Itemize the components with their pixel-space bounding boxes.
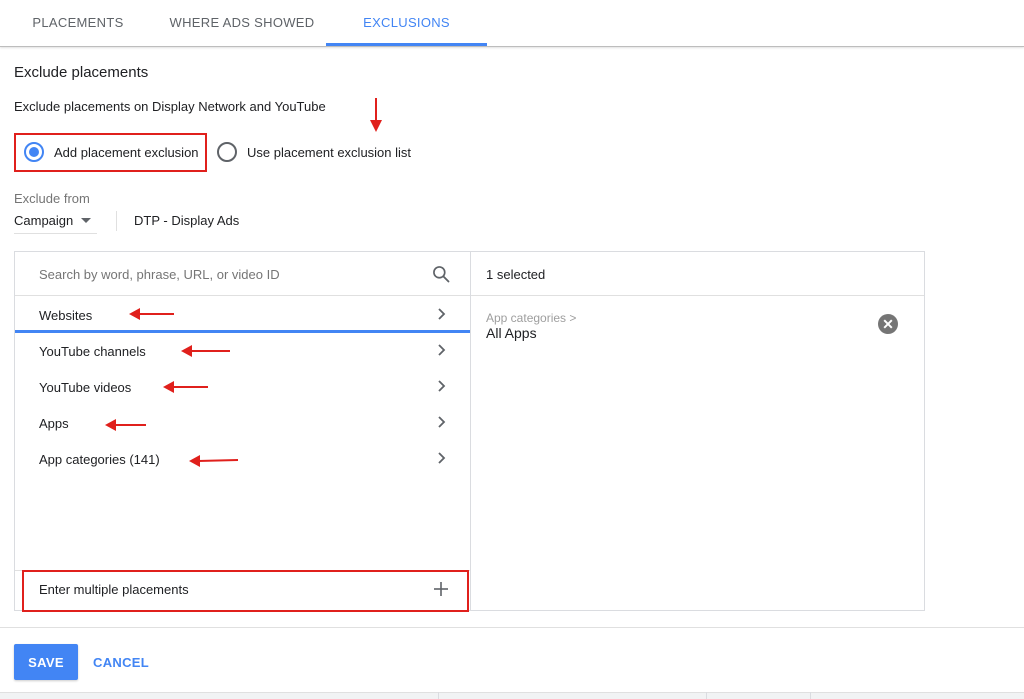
divider — [116, 211, 117, 231]
radio-add-placement-exclusion[interactable]: Add placement exclusion — [24, 133, 199, 171]
list-item-label: Websites — [39, 308, 93, 323]
placement-picker-panel: Search by word, phrase, URL, or video ID… — [14, 251, 925, 611]
tab-exclusions[interactable]: EXCLUSIONS — [326, 0, 487, 47]
section-title: Exclude placements — [14, 64, 149, 81]
list-item-app-categories[interactable]: App categories (141) — [15, 441, 470, 477]
tab-bar: PLACEMENTS WHERE ADS SHOWED EXCLUSIONS — [0, 0, 1024, 47]
list-item-apps[interactable]: Apps — [15, 405, 470, 441]
exclude-from-dropdown[interactable]: Campaign — [14, 208, 97, 234]
save-button[interactable]: SAVE — [14, 644, 78, 680]
campaign-name: DTP - Display Ads — [134, 213, 240, 228]
list-item-label: Apps — [39, 416, 69, 431]
active-tab-indicator — [326, 43, 487, 46]
browse-column: Search by word, phrase, URL, or video ID… — [15, 252, 471, 610]
radio-label: Use placement exclusion list — [247, 144, 412, 160]
exclude-from-label: Exclude from — [14, 191, 90, 206]
cancel-button[interactable]: CANCEL — [86, 644, 156, 680]
section-subtitle: Exclude placements on Display Network an… — [14, 99, 326, 114]
selected-count: 1 selected — [486, 267, 546, 282]
divider — [438, 692, 439, 699]
annotation-arrow-icon — [105, 419, 146, 431]
annotation-arrow-icon — [189, 455, 239, 467]
annotation-arrow-icon — [181, 345, 230, 357]
radio-use-exclusion-list[interactable]: Use placement exclusion list — [217, 133, 411, 171]
annotation-highlight-box — [22, 570, 469, 612]
list-item-label: YouTube videos — [39, 380, 132, 395]
category-list: Websites YouTube channels YouTube videos… — [15, 297, 470, 477]
annotation-arrow-icon — [129, 308, 174, 320]
chevron-right-icon — [438, 452, 446, 464]
radio-label: Add placement exclusion — [54, 144, 199, 160]
tab-where-ads-showed[interactable]: WHERE ADS SHOWED — [160, 0, 324, 47]
search-input[interactable]: Search by word, phrase, URL, or video ID — [15, 252, 470, 296]
list-item-youtube-channels[interactable]: YouTube channels — [15, 333, 470, 369]
selected-item: All Apps — [486, 325, 537, 341]
list-item-label: YouTube channels — [39, 344, 146, 359]
search-icon[interactable] — [431, 264, 451, 284]
footer-strip — [0, 692, 1024, 699]
selected-item-breadcrumb: App categories > — [486, 311, 577, 325]
tab-placements[interactable]: PLACEMENTS — [14, 0, 142, 47]
dropdown-value: Campaign — [14, 213, 74, 228]
list-item-label: App categories (141) — [39, 452, 160, 467]
list-item-websites[interactable]: Websites — [15, 297, 470, 333]
divider — [810, 692, 811, 699]
annotation-arrow-icon — [163, 381, 208, 393]
annotation-arrow-icon — [370, 98, 382, 132]
remove-circle-icon[interactable] — [878, 314, 898, 334]
search-placeholder: Search by word, phrase, URL, or video ID — [39, 267, 280, 282]
divider — [0, 627, 1024, 628]
dropdown-caret-icon — [81, 218, 92, 223]
list-item-youtube-videos[interactable]: YouTube videos — [15, 369, 470, 405]
radio-unchecked-icon — [217, 142, 237, 162]
radio-checked-icon — [24, 142, 44, 162]
selected-column: 1 selected App categories > All Apps — [471, 252, 924, 610]
chevron-right-icon — [438, 380, 446, 392]
selected-header: 1 selected — [471, 252, 924, 296]
chevron-right-icon — [438, 308, 446, 320]
chevron-right-icon — [438, 344, 446, 356]
divider — [706, 692, 707, 699]
chevron-right-icon — [438, 416, 446, 428]
